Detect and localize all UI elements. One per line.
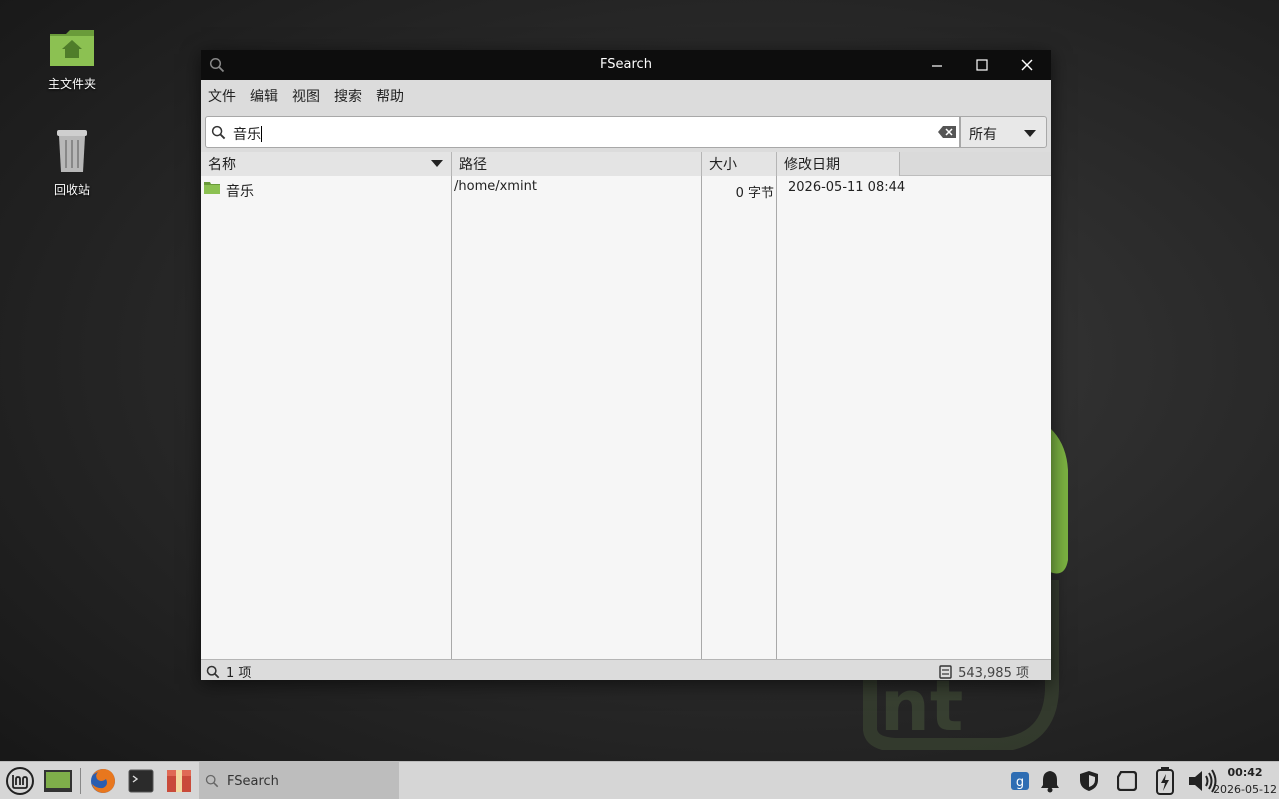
search-row: 音乐 所有 [201,112,1051,152]
filter-value: 所有 [969,127,997,143]
search-input[interactable]: 音乐 [205,116,960,148]
column-header-size[interactable]: 大小 [702,152,777,176]
taskbar: FSearch g 00:42 2026-05-12 [0,761,1279,799]
desktop-trash-label: 回收站 [53,183,90,197]
text-caret [261,126,262,142]
battery-charging-icon [1156,767,1174,795]
column-divider [776,176,777,659]
fsearch-window: FSearch 文件 编辑 视图 搜索 帮助 音乐 所有 名称 路径 大小 修改… [201,50,1051,681]
security-tray[interactable] [1076,765,1102,797]
column-header-modified-label: 修改日期 [784,157,840,173]
menu-search[interactable]: 搜索 [334,86,362,106]
show-desktop-button[interactable] [42,765,74,797]
search-icon [211,125,226,140]
taskbar-window-label: FSearch [227,773,279,789]
bell-icon [1041,771,1059,793]
column-header-path-label: 路径 [459,157,487,173]
menu-view[interactable]: 视图 [292,86,320,106]
sort-descending-icon [431,160,443,167]
drive-icon [1117,771,1137,791]
column-divider [701,176,702,659]
power-tray[interactable] [1152,765,1178,797]
svg-text:g: g [1016,775,1024,790]
goldendict-icon: g [1011,772,1029,790]
column-header-name[interactable]: 名称 [201,152,452,176]
desktop-home-label: 主文件夹 [47,77,96,91]
search-icon [205,774,219,788]
terminal-launcher[interactable] [125,765,157,797]
menu-edit[interactable]: 编辑 [250,86,278,106]
shield-icon [1080,771,1098,791]
close-icon [1021,59,1033,71]
chevron-down-icon [1024,130,1036,137]
row-name: 音乐 [226,184,254,200]
clock-time: 00:42 [1227,766,1263,779]
desktop-trash[interactable]: 回收站 [27,126,117,198]
clear-search-icon[interactable] [938,126,956,138]
clock[interactable]: 00:42 2026-05-12 [1213,764,1277,798]
clock-date: 2026-05-12 [1213,783,1277,796]
menu-file[interactable]: 文件 [208,86,236,106]
menubar: 文件 编辑 视图 搜索 帮助 [201,80,1051,112]
search-icon [206,665,220,678]
search-input-value: 音乐 [233,127,261,143]
taskbar-window-fsearch[interactable]: FSearch [199,762,399,799]
minimize-icon [932,65,942,67]
database-count: 543,985 项 [958,666,1029,681]
table-row[interactable]: 音乐 /home/xmint 0 字节 2026-05-11 08:44 [201,176,1051,201]
row-size: 0 字节 [735,186,774,201]
terminal-icon [128,769,154,793]
database-icon [939,664,952,679]
column-divider [451,176,452,659]
package-icon [167,770,191,792]
column-header-modified[interactable]: 修改日期 [777,152,900,176]
row-modified: 2026-05-11 08:44 [788,180,906,195]
column-header-name-label: 名称 [208,157,236,173]
maximize-button[interactable] [962,50,1002,80]
firefox-launcher[interactable] [87,765,119,797]
close-button[interactable] [1007,50,1047,80]
folder-icon [204,182,220,194]
start-menu-button[interactable] [4,765,36,797]
desktop-icon [44,770,72,792]
software-manager-launcher[interactable] [163,765,195,797]
trash-icon [57,130,87,172]
table-header: 名称 路径 大小 修改日期 [201,152,1051,176]
desktop-home-folder[interactable]: 主文件夹 [27,28,117,92]
dictionary-tray[interactable]: g [1009,765,1031,797]
statusbar: 1 项 543,985 项 [201,659,1051,681]
home-folder-icon [50,30,94,66]
filter-dropdown[interactable]: 所有 [960,116,1047,148]
results-table: 名称 路径 大小 修改日期 音乐 /home/xmint 0 字节 2026-0… [201,152,1051,659]
row-path: /home/xmint [454,179,537,194]
maximize-icon [976,59,988,71]
firefox-icon [91,769,115,793]
mint-menu-icon [6,767,34,795]
removable-drive-tray[interactable] [1114,765,1140,797]
column-header-path[interactable]: 路径 [452,152,702,176]
notifications-tray[interactable] [1037,765,1063,797]
window-titlebar[interactable]: FSearch [201,50,1051,80]
column-header-size-label: 大小 [709,157,737,173]
taskbar-separator [80,768,81,794]
minimize-button[interactable] [917,50,957,80]
result-count: 1 项 [226,666,252,681]
menu-help[interactable]: 帮助 [376,86,404,106]
